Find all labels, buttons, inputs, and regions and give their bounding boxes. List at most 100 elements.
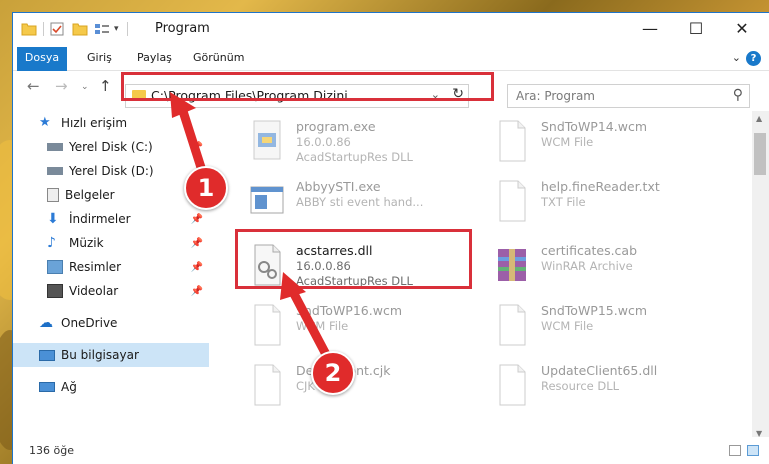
tab-file[interactable]: Dosya xyxy=(17,47,67,71)
address-highlight xyxy=(121,72,494,101)
download-icon: ⬇ xyxy=(47,211,59,227)
app-icon xyxy=(250,186,284,214)
cloud-icon: ☁ xyxy=(39,315,53,331)
sidebar-item-label: OneDrive xyxy=(61,316,118,330)
file-name: SndToWP16.wcm xyxy=(296,303,402,318)
search-icon[interactable]: ⚲ xyxy=(733,87,743,103)
sidebar-item-quick-access[interactable]: ★ Hızlı erişim xyxy=(13,111,209,135)
music-icon: ♪ xyxy=(47,235,56,251)
maximize-button[interactable]: ☐ xyxy=(673,13,719,43)
document-icon xyxy=(499,120,526,162)
tab-share[interactable]: Paylaş xyxy=(125,47,184,71)
details-view-icon[interactable] xyxy=(729,445,741,456)
recent-locations-icon[interactable]: ⌄ xyxy=(81,82,89,92)
document-icon xyxy=(499,364,526,406)
file-item[interactable]: certificates.cab WinRAR Archive xyxy=(485,239,725,297)
document-icon xyxy=(499,304,526,346)
file-name: UpdateClient65.dll xyxy=(541,363,658,378)
toolbar-divider xyxy=(43,22,44,36)
archive-icon xyxy=(498,249,526,281)
folder-icon[interactable] xyxy=(21,22,37,36)
sidebar-item-label: Yerel Disk (D:) xyxy=(69,164,154,178)
title-bar: ▾ Program — ☐ ✕ xyxy=(13,13,769,47)
file-item[interactable]: SndToWP15.wcm WCM File xyxy=(485,299,725,357)
sidebar-item-onedrive[interactable]: ☁ OneDrive xyxy=(13,311,209,335)
file-type: WCM File xyxy=(296,319,349,333)
search-box[interactable]: ⚲ xyxy=(507,84,750,108)
document-icon xyxy=(499,180,526,222)
customize-dropdown-icon[interactable]: ▾ xyxy=(114,24,119,34)
file-name: program.exe xyxy=(296,119,376,134)
back-arrow-icon[interactable]: ← xyxy=(27,77,40,95)
tab-home[interactable]: Giriş xyxy=(75,47,124,71)
videos-icon xyxy=(47,284,63,298)
tab-view[interactable]: Görünüm xyxy=(181,47,256,71)
file-item[interactable]: help.fineReader.txt TXT File xyxy=(485,175,725,233)
sidebar-item-label: Hızlı erişim xyxy=(61,116,128,130)
navigation-pane: ★ Hızlı erişim Yerel Disk (C:) 📌 Yerel D… xyxy=(13,111,209,441)
expand-ribbon-icon[interactable]: ⌄ xyxy=(732,51,741,64)
sidebar-item-label: Bu bilgisayar xyxy=(61,348,139,362)
sidebar-item-videos[interactable]: Videolar 📌 xyxy=(13,279,209,303)
new-folder-icon[interactable] xyxy=(72,22,88,36)
documents-icon xyxy=(47,188,59,202)
file-highlight xyxy=(235,229,472,289)
sidebar-item-label: Belgeler xyxy=(65,188,115,202)
file-name: help.fineReader.txt xyxy=(541,179,660,194)
file-version: 16.0.0.86 xyxy=(296,135,351,149)
sidebar-item-disk-d[interactable]: Yerel Disk (D:) xyxy=(13,159,209,183)
tiles-view-icon[interactable] xyxy=(747,445,759,456)
sidebar-item-label: Yerel Disk (C:) xyxy=(69,140,153,154)
pin-icon[interactable]: 📌 xyxy=(191,214,203,225)
sidebar-item-documents[interactable]: Belgeler 📌 xyxy=(13,183,209,207)
pin-icon[interactable]: 📌 xyxy=(191,238,203,249)
pin-icon[interactable]: 📌 xyxy=(191,286,203,297)
up-arrow-icon[interactable]: ↑ xyxy=(99,77,112,95)
sidebar-item-downloads[interactable]: ⬇ İndirmeler 📌 xyxy=(13,207,209,231)
scroll-thumb[interactable] xyxy=(754,133,766,175)
file-item[interactable]: DefaultFont.cjk CJK File xyxy=(240,359,480,417)
step-badge-2: 2 xyxy=(311,351,355,395)
computer-icon xyxy=(39,349,55,361)
drive-icon xyxy=(47,167,63,175)
window-title: Program xyxy=(155,21,210,36)
file-item[interactable]: UpdateClient65.dll Resource DLL xyxy=(485,359,725,417)
pin-icon[interactable]: 📌 xyxy=(191,142,203,153)
file-description: ABBY sti event hand... xyxy=(296,195,424,209)
help-icon[interactable]: ? xyxy=(746,51,761,66)
file-type: Resource DLL xyxy=(541,379,620,393)
pin-icon[interactable]: 📌 xyxy=(191,262,203,273)
forward-arrow-icon[interactable]: → xyxy=(55,77,68,95)
ribbon-tabs: Dosya Giriş Paylaş Görünüm ⌄ ? xyxy=(13,47,769,71)
sidebar-item-label: Müzik xyxy=(69,236,104,250)
drive-icon xyxy=(47,143,63,151)
sidebar-item-music[interactable]: ♪ Müzik 📌 xyxy=(13,231,209,255)
sidebar-item-disk-c[interactable]: Yerel Disk (C:) 📌 xyxy=(13,135,209,159)
star-icon: ★ xyxy=(39,115,51,130)
close-button[interactable]: ✕ xyxy=(719,13,765,43)
explorer-window: ▾ Program — ☐ ✕ Dosya Giriş Paylaş Görün… xyxy=(12,12,769,464)
step-badge-1: 1 xyxy=(184,166,228,210)
file-type: TXT File xyxy=(541,195,586,209)
file-name: SndToWP14.wcm xyxy=(541,119,647,134)
sidebar-item-network[interactable]: Ağ xyxy=(13,375,209,399)
scroll-up-icon[interactable]: ▲ xyxy=(756,114,762,123)
sidebar-item-pictures[interactable]: Resimler 📌 xyxy=(13,255,209,279)
file-type: WCM File xyxy=(541,135,594,149)
quick-access-toolbar: ▾ xyxy=(21,20,136,38)
document-icon xyxy=(254,364,281,406)
file-description: AcadStartupRes DLL xyxy=(296,150,413,164)
vertical-scrollbar[interactable]: ▲ ▼ xyxy=(752,111,769,441)
sidebar-item-this-pc[interactable]: Bu bilgisayar xyxy=(13,343,209,367)
properties-icon[interactable] xyxy=(50,22,64,36)
view-options-icon[interactable] xyxy=(94,22,110,36)
file-item[interactable]: SndToWP16.wcm WCM File xyxy=(240,299,480,357)
sidebar-item-label: Resimler xyxy=(69,260,122,274)
file-item[interactable]: program.exe 16.0.0.86 AcadStartupRes DLL xyxy=(240,115,480,173)
minimize-button[interactable]: — xyxy=(627,13,673,43)
item-count: 136 öğe xyxy=(29,444,74,457)
search-input[interactable] xyxy=(516,86,716,106)
file-item[interactable]: AbbyySTI.exe ABBY sti event hand... xyxy=(240,175,480,233)
file-type: WinRAR Archive xyxy=(541,259,633,273)
file-item[interactable]: SndToWP14.wcm WCM File xyxy=(485,115,725,173)
